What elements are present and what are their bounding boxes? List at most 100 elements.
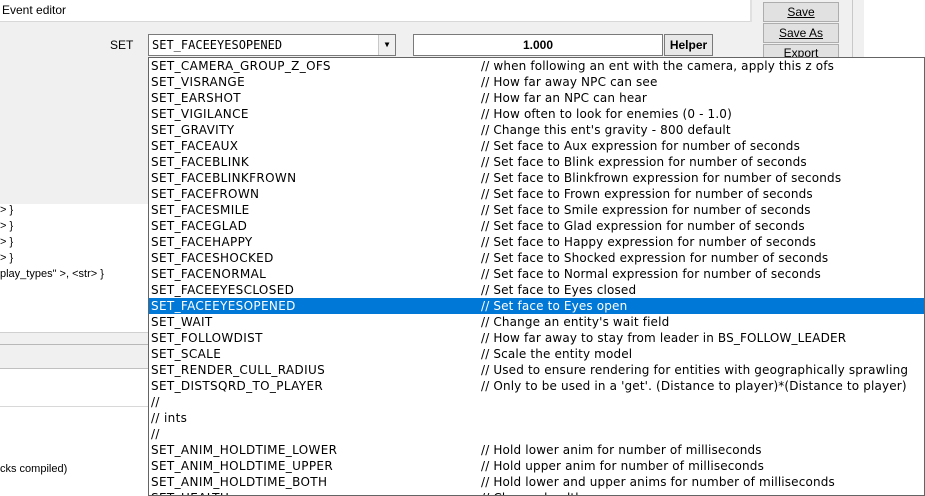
tree-line[interactable]: > } xyxy=(0,204,13,216)
dropdown-item[interactable]: // xyxy=(149,394,924,410)
item-name: SET_SCALE xyxy=(151,347,222,361)
dropdown-item[interactable]: SET_WAIT // Change an entity's wait field xyxy=(149,314,924,330)
item-comment: // Set face to Frown expression for numb… xyxy=(481,187,813,201)
item-comment: // Set face to Happy expression for numb… xyxy=(481,235,817,249)
item-name: SET_FACESMILE xyxy=(151,203,250,217)
dropdown-item[interactable]: SET_FACEBLINKFROWN // Set face to Blinkfr… xyxy=(149,170,924,186)
dropdown-item[interactable]: SET_FACENORMAL // Set face to Normal expr… xyxy=(149,266,924,282)
item-comment: // How far an NPC can hear xyxy=(481,91,647,105)
item-name: SET_HEALTH xyxy=(151,490,229,495)
dropdown-item[interactable]: SET_RENDER_CULL_RADIUS // Used to ensure … xyxy=(149,362,924,378)
tree-line[interactable]: > } xyxy=(0,220,13,232)
dropdown-item[interactable]: SET_VIGILANCE // How often to look for en… xyxy=(149,106,924,122)
item-comment: // Set face to Aux expression for number… xyxy=(481,139,800,153)
item-name: SET_RENDER_CULL_RADIUS xyxy=(151,363,326,377)
item-comment: // Set face to Eyes open xyxy=(481,299,628,313)
value-input[interactable]: 1.000 xyxy=(413,34,663,56)
item-name: SET_WAIT xyxy=(151,315,213,329)
dropdown-item[interactable]: SET_FACEGLAD // Set face to Glad expressi… xyxy=(149,218,924,234)
dropdown-item-selected[interactable]: SET_FACEEYESOPENED // Set face to Eyes op… xyxy=(149,298,924,314)
item-name: // ints xyxy=(151,411,188,425)
dropdown-item[interactable]: SET_FACEEYESCLOSED // Set face to Eyes cl… xyxy=(149,282,924,298)
dropdown-item[interactable]: SET_EARSHOT // How far an NPC can hear xyxy=(149,90,924,106)
divider xyxy=(0,344,148,345)
item-name: SET_GRAVITY xyxy=(151,123,235,137)
item-name: SET_VIGILANCE xyxy=(151,107,249,121)
tree-line[interactable]: > } xyxy=(0,252,13,264)
item-comment: // Change this ent's gravity - 800 defau… xyxy=(481,123,731,137)
item-comment: // Scale the entity model xyxy=(481,347,633,361)
item-name: SET_FACEHAPPY xyxy=(151,235,253,249)
item-comment: // Set face to Normal expression for num… xyxy=(481,267,821,281)
dropdown-item[interactable]: SET_FACESMILE // Set face to Smile expres… xyxy=(149,202,924,218)
item-name: SET_FACESHOCKED xyxy=(151,251,274,265)
helper-button[interactable]: Helper xyxy=(664,34,713,56)
combo-value: SET_FACEEYESOPENED xyxy=(152,38,283,52)
dropdown-item[interactable]: SET_HEALTH // Change health xyxy=(149,490,924,495)
item-comment: // Set face to Eyes closed xyxy=(481,283,637,297)
dropdown-item[interactable]: SET_FACEAUX // Set face to Aux expression… xyxy=(149,138,924,154)
item-name: SET_ANIM_HOLDTIME_LOWER xyxy=(151,443,338,457)
item-name: // xyxy=(151,395,160,409)
item-comment: // Hold upper anim for number of millise… xyxy=(481,459,764,473)
item-name: SET_ANIM_HOLDTIME_UPPER xyxy=(151,459,334,473)
item-name: SET_DISTSQRD_TO_PLAYER xyxy=(151,379,324,393)
dropdown-item[interactable]: // xyxy=(149,426,924,442)
dropdown-item[interactable]: SET_ANIM_HOLDTIME_LOWER // Hold lower ani… xyxy=(149,442,924,458)
dropdown-item[interactable]: SET_ANIM_HOLDTIME_UPPER // Hold upper ani… xyxy=(149,458,924,474)
item-name: SET_FACENORMAL xyxy=(151,267,267,281)
status-text: cks compiled) xyxy=(0,463,68,475)
item-comment: // Change health xyxy=(481,490,583,495)
export-button[interactable]: Export xyxy=(763,44,839,58)
item-name: SET_FACEBLINK xyxy=(151,155,250,169)
item-name: SET_FACEFROWN xyxy=(151,187,260,201)
set-type-dropdown-list[interactable]: SET_CAMERA_GROUP_Z_OFS // when following … xyxy=(148,57,925,496)
save-button[interactable]: Save xyxy=(763,2,839,22)
item-name: SET_EARSHOT xyxy=(151,91,241,105)
script-tree-panel: > } > } > } > } play_types" >, <str> } xyxy=(0,204,148,332)
item-comment: // Only to be used in a 'get'. (Distance… xyxy=(481,379,907,393)
dialog-title: Event editor xyxy=(0,0,752,22)
item-comment: // How often to look for enemies (0 - 1.… xyxy=(481,107,732,121)
item-comment: // Hold lower anim for number of millise… xyxy=(481,443,762,457)
chevron-down-icon[interactable]: ▼ xyxy=(378,35,395,55)
save-as-button[interactable]: Save As xyxy=(763,23,839,43)
item-comment: // How far away to stay from leader in B… xyxy=(481,331,847,345)
item-name: SET_FOLLOWDIST xyxy=(151,331,263,345)
item-comment: // Set face to Blink expression for numb… xyxy=(481,155,807,169)
item-name: SET_FACEAUX xyxy=(151,139,239,153)
dropdown-item[interactable]: SET_FACEHAPPY // Set face to Happy expres… xyxy=(149,234,924,250)
dropdown-item[interactable]: SET_DISTSQRD_TO_PLAYER // Only to be used… xyxy=(149,378,924,394)
dropdown-item[interactable]: SET_FACESHOCKED // Set face to Shocked ex… xyxy=(149,250,924,266)
dropdown-item[interactable]: SET_ANIM_HOLDTIME_BOTH // Hold lower and … xyxy=(149,474,924,490)
item-name: SET_ANIM_HOLDTIME_BOTH xyxy=(151,475,328,489)
item-name: SET_FACEEYESCLOSED xyxy=(151,283,295,297)
item-comment: // Set face to Glad expression for numbe… xyxy=(481,219,805,233)
item-comment: // Set face to Blinkfrown expression for… xyxy=(481,171,842,185)
item-name: SET_FACEBLINKFROWN xyxy=(151,171,297,185)
set-label: SET xyxy=(110,38,134,52)
tree-line[interactable]: > } xyxy=(0,236,13,248)
item-name: SET_FACEGLAD xyxy=(151,219,248,233)
item-comment: // when following an ent with the camera… xyxy=(481,59,835,73)
item-comment: // Change an entity's wait field xyxy=(481,315,670,329)
dropdown-item[interactable]: SET_GRAVITY // Change this ent's gravity … xyxy=(149,122,924,138)
item-name: // xyxy=(151,427,160,441)
dropdown-item[interactable]: SET_CAMERA_GROUP_Z_OFS // when following … xyxy=(149,58,924,74)
dropdown-item[interactable]: SET_SCALE // Scale the entity model xyxy=(149,346,924,362)
toolbar-strip xyxy=(852,0,864,60)
splitter-band xyxy=(0,332,148,368)
item-name: SET_FACEEYESOPENED xyxy=(151,299,296,313)
tree-line[interactable]: play_types" >, <str> } xyxy=(0,268,104,280)
dropdown-item[interactable]: SET_FOLLOWDIST // How far away to stay fr… xyxy=(149,330,924,346)
set-type-combobox[interactable]: SET_FACEEYESOPENED ▼ xyxy=(148,34,396,56)
item-comment: // Set face to Smile expression for numb… xyxy=(481,203,811,217)
item-name: SET_VISRANGE xyxy=(151,75,246,89)
dropdown-item[interactable]: SET_FACEBLINK // Set face to Blink expres… xyxy=(149,154,924,170)
dropdown-item[interactable]: SET_VISRANGE // How far away NPC can see xyxy=(149,74,924,90)
dropdown-item[interactable]: // ints xyxy=(149,410,924,426)
dropdown-item[interactable]: SET_FACEFROWN // Set face to Frown expres… xyxy=(149,186,924,202)
item-comment: // How far away NPC can see xyxy=(481,75,658,89)
item-comment: // Hold lower and upper anims for number… xyxy=(481,475,835,489)
item-comment: // Used to ensure rendering for entities… xyxy=(481,363,909,377)
